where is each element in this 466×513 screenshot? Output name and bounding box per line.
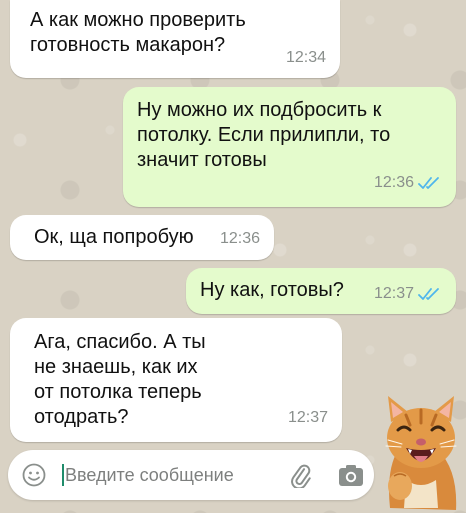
message-time: 12:34	[285, 49, 326, 66]
message-meta: 12:37	[374, 281, 442, 306]
message-bubble-outgoing[interactable]: Ну можно их подбросить к потолку. Если п…	[123, 87, 456, 207]
message-meta: 12:36	[374, 170, 442, 195]
camera-icon[interactable]	[338, 463, 364, 487]
message-time: 12:37	[373, 285, 414, 302]
message-text: А как можно проверить готовность макарон…	[30, 9, 246, 56]
message-bubble-incoming[interactable]: Ага, спасибо. А ты не знаешь, как их от …	[10, 318, 342, 442]
message-time: 12:36	[373, 174, 414, 191]
message-bubble-outgoing[interactable]: Ну как, готовы? 12:37	[186, 268, 456, 314]
message-text: Ну можно их подбросить к потолку. Если п…	[137, 99, 391, 171]
emoji-icon[interactable]	[22, 463, 46, 487]
message-text: Ага, спасибо. А ты не знаешь, как их от …	[34, 331, 206, 428]
message-input[interactable]	[65, 460, 265, 490]
paperclip-icon[interactable]	[287, 462, 313, 488]
message-meta: 12:36	[220, 226, 260, 251]
message-meta: 12:37	[288, 405, 328, 430]
message-text: Ну как, готовы?	[200, 279, 344, 301]
double-check-icon	[418, 176, 439, 189]
message-time: 12:37	[287, 409, 328, 426]
double-check-icon	[418, 287, 439, 300]
message-composer	[8, 450, 374, 500]
message-meta: 12:34	[286, 45, 326, 70]
laughing-cat-sticker	[385, 396, 457, 510]
message-bubble-incoming[interactable]: Ок, ща попробую 12:36	[10, 215, 274, 260]
message-time: 12:36	[219, 230, 260, 247]
message-text: Ок, ща попробую	[34, 226, 194, 248]
message-bubble-incoming[interactable]: А как можно проверить готовность макарон…	[10, 0, 340, 78]
text-cursor	[62, 464, 64, 486]
